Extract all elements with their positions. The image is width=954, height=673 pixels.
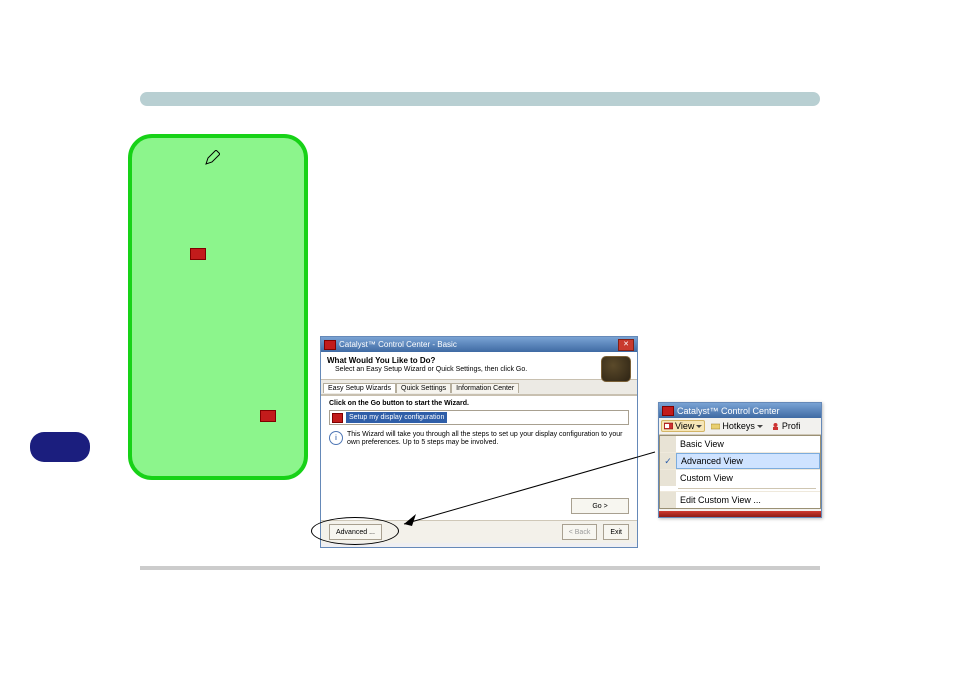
menu-item-custom-view[interactable]: Custom View: [660, 469, 820, 486]
wizard-list-item[interactable]: Setup my display configuration: [329, 410, 629, 425]
note-box: [128, 134, 308, 480]
window-title: Catalyst™ Control Center: [677, 406, 780, 416]
close-button[interactable]: ✕: [618, 339, 634, 351]
tab-easy-setup-wizards[interactable]: Easy Setup Wizards: [323, 383, 396, 393]
tab-body: Click on the Go button to start the Wiza…: [321, 395, 637, 520]
footer-divider: [140, 566, 820, 570]
view-dropdown-menu: Basic View ✓ Advanced View Custom View E…: [659, 435, 821, 509]
catalyst-basic-window: Catalyst™ Control Center - Basic ✕ What …: [320, 336, 638, 548]
chevron-down-icon: [757, 425, 763, 428]
window-titlebar: Catalyst™ Control Center - Basic ✕: [321, 337, 637, 352]
ati-logo-icon: [260, 410, 276, 422]
toolbar-profiles-label: Profi: [782, 421, 801, 431]
ati-logo-icon: [324, 340, 336, 350]
brand-strip: [659, 511, 821, 517]
menu-item-label: Advanced View: [676, 453, 820, 469]
profiles-icon: [771, 422, 780, 431]
window-titlebar: Catalyst™ Control Center: [659, 403, 821, 418]
hotkeys-icon: [711, 422, 720, 431]
pen-icon: [204, 150, 220, 166]
info-text: This Wizard will take you through all th…: [347, 431, 629, 448]
side-tab: [30, 432, 90, 462]
exit-button[interactable]: Exit: [603, 524, 629, 540]
menu-item-label: Basic View: [676, 436, 820, 452]
menu-separator: [678, 488, 816, 489]
ati-logo-icon: [662, 406, 674, 416]
window-footer: Advanced ... < Back Exit: [321, 520, 637, 543]
toolbar-view-button[interactable]: View: [661, 420, 705, 432]
menu-item-basic-view[interactable]: Basic View: [660, 436, 820, 452]
toolbar-view-label: View: [675, 421, 694, 431]
check-icon: ✓: [664, 456, 672, 467]
tab-strip: Easy Setup Wizards Quick Settings Inform…: [321, 379, 637, 395]
ati-logo-icon: [332, 413, 343, 423]
menu-item-label: Edit Custom View ...: [676, 492, 820, 508]
toolbar: View Hotkeys Profi: [659, 418, 821, 435]
tab-information-center[interactable]: Information Center: [451, 383, 519, 393]
menu-item-label: Custom View: [676, 470, 820, 486]
window-title: Catalyst™ Control Center - Basic: [339, 340, 457, 349]
tab-quick-settings[interactable]: Quick Settings: [396, 383, 451, 393]
info-icon: i: [329, 431, 343, 445]
menu-item-edit-custom-view[interactable]: Edit Custom View ...: [660, 491, 820, 508]
info-block: i This Wizard will take you through all …: [329, 431, 629, 448]
ati-logo-icon: [190, 248, 206, 260]
go-button[interactable]: Go >: [571, 498, 629, 514]
header-divider: [140, 92, 820, 106]
window-header: What Would You Like to Do? Select an Eas…: [321, 352, 637, 379]
brand-badge-icon: [601, 356, 631, 382]
toolbar-hotkeys-label: Hotkeys: [722, 421, 755, 431]
view-icon: [664, 422, 673, 431]
wizard-item-label: Setup my display configuration: [346, 412, 447, 423]
toolbar-profiles-button[interactable]: Profi: [769, 421, 803, 431]
header-subtext: Select an Easy Setup Wizard or Quick Set…: [335, 366, 631, 373]
advanced-button[interactable]: Advanced ...: [329, 524, 382, 540]
menu-item-advanced-view[interactable]: ✓ Advanced View: [660, 452, 820, 469]
body-heading: Click on the Go button to start the Wiza…: [329, 400, 629, 407]
catalyst-view-menu-window: Catalyst™ Control Center View Hotkeys: [658, 402, 822, 518]
header-question: What Would You Like to Do?: [327, 356, 631, 365]
toolbar-hotkeys-button[interactable]: Hotkeys: [709, 421, 765, 431]
chevron-down-icon: [696, 425, 702, 428]
back-button[interactable]: < Back: [562, 524, 598, 540]
